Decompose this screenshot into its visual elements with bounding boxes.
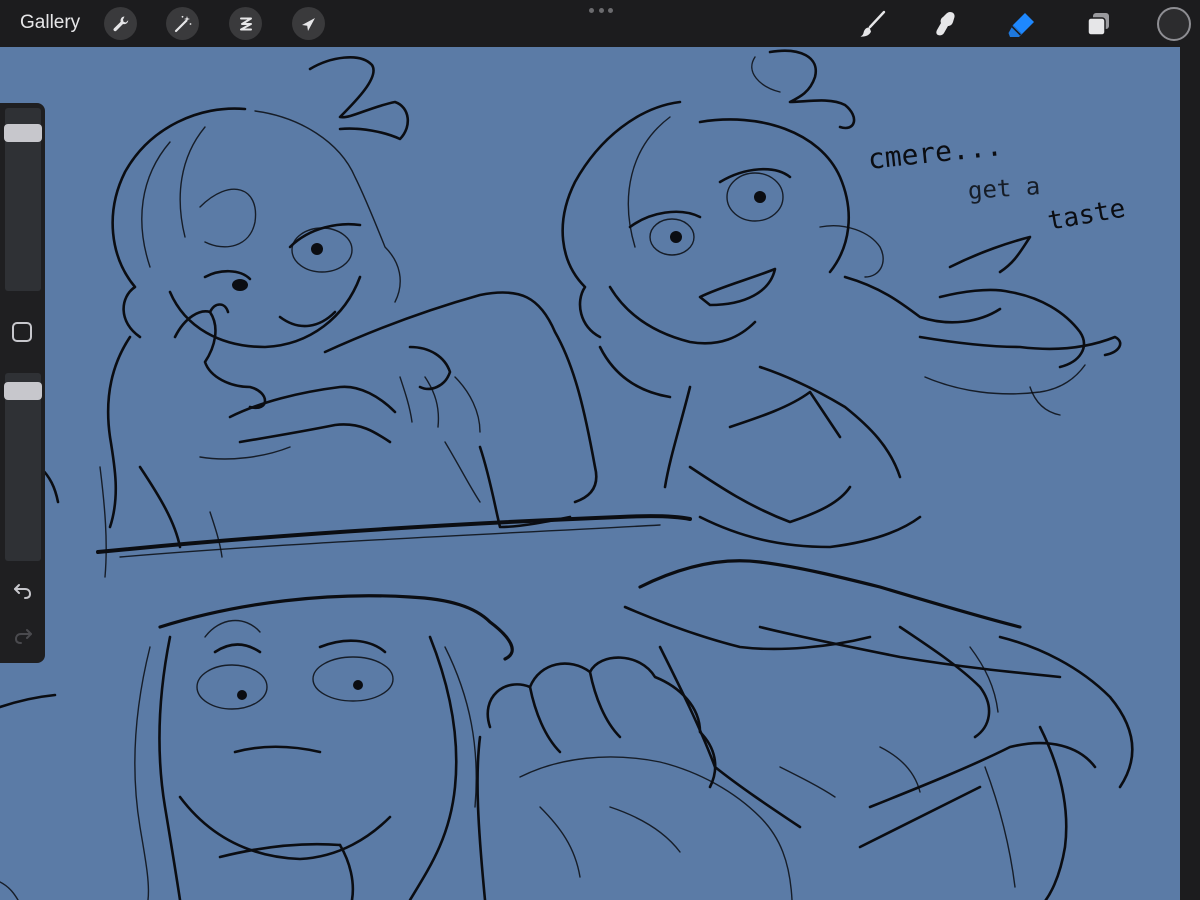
gallery-button[interactable]: Gallery	[20, 11, 80, 35]
transform-button[interactable]	[292, 7, 325, 40]
eraser-button[interactable]	[1006, 8, 1038, 40]
procreate-app: Gallery cmere... get a taste	[0, 0, 1200, 900]
sketch-figure-pointing	[561, 49, 1134, 900]
brush-size-slider[interactable]	[4, 108, 42, 291]
smudge-button[interactable]	[930, 8, 962, 40]
layers-button[interactable]	[1083, 8, 1115, 40]
modify-square-icon[interactable]	[12, 322, 32, 342]
grabber-dot	[589, 7, 594, 13]
sketch-figure-grumpy-face	[134, 594, 514, 900]
color-picker-button[interactable]	[1157, 7, 1191, 41]
arrow-cursor-icon	[301, 17, 315, 31]
top-toolbar: Gallery	[0, 0, 1200, 47]
smudge-finger-icon	[936, 12, 955, 36]
selection-s-icon	[239, 17, 252, 30]
eraser-icon	[1008, 13, 1034, 37]
window-grabber-handle[interactable]	[589, 6, 613, 14]
layers-icon	[1087, 13, 1109, 36]
brush-size-slider-thumb[interactable]	[4, 124, 42, 142]
canvas-area: cmere... get a taste	[0, 47, 1200, 900]
wrench-icon	[113, 16, 128, 31]
handwritten-text-line2: get a	[967, 171, 1042, 205]
actions-button[interactable]	[104, 7, 137, 40]
sketch-figure-fist	[476, 656, 793, 900]
sketch-figure-leaning-head	[96, 56, 692, 578]
drawing-canvas[interactable]: cmere... get a taste	[0, 47, 1180, 900]
grabber-dot	[608, 7, 613, 13]
brush-icon	[860, 10, 886, 37]
selection-button[interactable]	[229, 7, 262, 40]
grabber-dot	[598, 7, 604, 13]
brush-button[interactable]	[857, 8, 889, 40]
opacity-slider-thumb[interactable]	[4, 382, 42, 400]
opacity-slider[interactable]	[4, 373, 42, 561]
redo-icon[interactable]	[12, 624, 34, 646]
magic-wand-icon	[174, 15, 191, 32]
left-sidebar	[0, 103, 45, 663]
undo-icon[interactable]	[12, 579, 34, 601]
adjustments-button[interactable]	[166, 7, 199, 40]
